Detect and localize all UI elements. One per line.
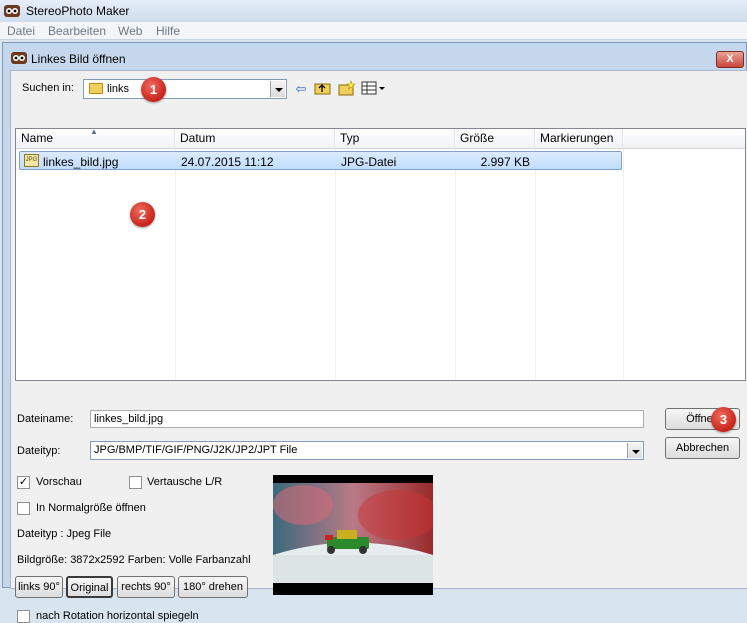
file-type: JPG-Datei (341, 155, 397, 169)
dialog-client: Suchen in: links 1 ⇦ Name ▲ Datum Typ Gr… (10, 70, 747, 623)
cancel-button[interactable]: Abbrechen (665, 437, 740, 459)
column-divider (623, 149, 624, 380)
lookin-combo[interactable]: links (83, 79, 287, 99)
file-name: linkes_bild.jpg (43, 155, 119, 169)
close-icon: X (726, 53, 734, 65)
checkmark-icon: ✓ (18, 476, 29, 488)
column-divider (455, 149, 456, 380)
mirror-checkbox[interactable] (17, 610, 30, 623)
jpg-file-icon: JPG (24, 154, 39, 167)
file-size: 2.997 KB (480, 155, 530, 169)
column-header-type[interactable]: Typ (335, 129, 455, 149)
rotate-180-label: 180° drehen (182, 581, 244, 593)
column-header-filler (623, 129, 745, 149)
swap-lr-label: Vertausche L/R (147, 476, 223, 488)
column-header-date[interactable]: Datum (175, 129, 335, 149)
menu-bearbeiten[interactable]: Bearbeiten (48, 24, 106, 38)
menu-web[interactable]: Web (118, 24, 142, 38)
view-menu-icon[interactable] (361, 80, 387, 98)
column-header-size[interactable]: Größe (455, 129, 535, 149)
filetype-select[interactable]: JPG/BMP/TIF/GIF/PNG/J2K/JP2/JPT File (90, 441, 644, 460)
original-label: Original (70, 582, 109, 594)
close-button[interactable]: X (716, 51, 744, 68)
column-header-tags[interactable]: Markierungen (535, 129, 623, 149)
annotation-badge-3: 3 (711, 407, 736, 432)
preview-checkbox[interactable]: ✓ (17, 476, 30, 489)
dialog-title: Linkes Bild öffnen (31, 52, 126, 66)
up-folder-icon[interactable] (313, 80, 333, 98)
column-label-size: Größe (460, 131, 495, 145)
filename-label: Dateiname: (17, 413, 74, 425)
back-icon[interactable]: ⇦ (291, 80, 311, 98)
mirror-label: nach Rotation horizontal spiegeln (36, 610, 199, 622)
menu-hilfe[interactable]: Hilfe (156, 24, 180, 38)
lookin-label: Suchen in: (22, 82, 74, 94)
cancel-button-label: Abbrechen (675, 442, 730, 454)
filetype-label: Dateityp: (17, 445, 61, 457)
filetype-value: JPG/BMP/TIF/GIF/PNG/J2K/JP2/JPT File (94, 444, 298, 456)
normal-size-checkbox[interactable] (17, 502, 30, 515)
column-label-date: Datum (180, 131, 216, 145)
stereophoto-app-icon (4, 5, 20, 17)
rotate-right-label: rechts 90° (121, 581, 171, 593)
preview-image (273, 475, 433, 595)
file-list[interactable]: Name ▲ Datum Typ Größe Markierungen JPG … (15, 127, 746, 381)
app-title: StereoPhoto Maker (26, 4, 130, 18)
chevron-down-icon[interactable] (270, 81, 285, 97)
file-type-info: Dateityp : Jpeg File (17, 528, 112, 540)
rotate-left-button[interactable]: links 90° (15, 576, 63, 598)
filename-input[interactable] (90, 410, 644, 428)
annotation-badge-2: 2 (130, 202, 155, 227)
menu-datei[interactable]: Datei (7, 24, 35, 38)
app-titlebar: StereoPhoto Maker (0, 0, 747, 22)
rotate-left-label: links 90° (18, 581, 60, 593)
table-row[interactable]: JPG linkes_bild.jpg 24.07.2015 11:12 JPG… (19, 151, 622, 170)
normal-size-label: In Normalgröße öffnen (36, 502, 146, 514)
sort-ascending-icon: ▲ (90, 127, 98, 136)
image-size-info: Bildgröße: 3872x2592 Farben: Volle Farba… (17, 554, 251, 566)
open-file-dialog: Linkes Bild öffnen X Suchen in: links 1 … (2, 42, 747, 623)
column-label-tags: Markierungen (540, 131, 614, 145)
lookin-value: links (107, 83, 130, 95)
annotation-badge-1: 1 (141, 77, 166, 102)
column-label-name: Name (21, 131, 54, 145)
column-divider (175, 149, 176, 380)
column-divider (535, 149, 536, 380)
file-date: 24.07.2015 11:12 (181, 155, 274, 169)
folder-icon (89, 83, 103, 94)
column-header-name[interactable]: Name ▲ (16, 127, 175, 149)
rotate-right-button[interactable]: rechts 90° (117, 576, 175, 598)
chevron-down-icon[interactable] (627, 443, 642, 458)
menubar: Datei Bearbeiten Web Hilfe (0, 22, 747, 40)
rotate-180-button[interactable]: 180° drehen (178, 576, 248, 598)
original-button[interactable]: Original (66, 576, 113, 598)
stereophoto-app-icon (11, 52, 27, 64)
column-label-type: Typ (340, 131, 360, 145)
swap-lr-checkbox[interactable] (129, 476, 142, 489)
preview-label: Vorschau (36, 476, 82, 488)
column-divider (335, 149, 336, 380)
new-folder-icon[interactable] (337, 80, 357, 98)
